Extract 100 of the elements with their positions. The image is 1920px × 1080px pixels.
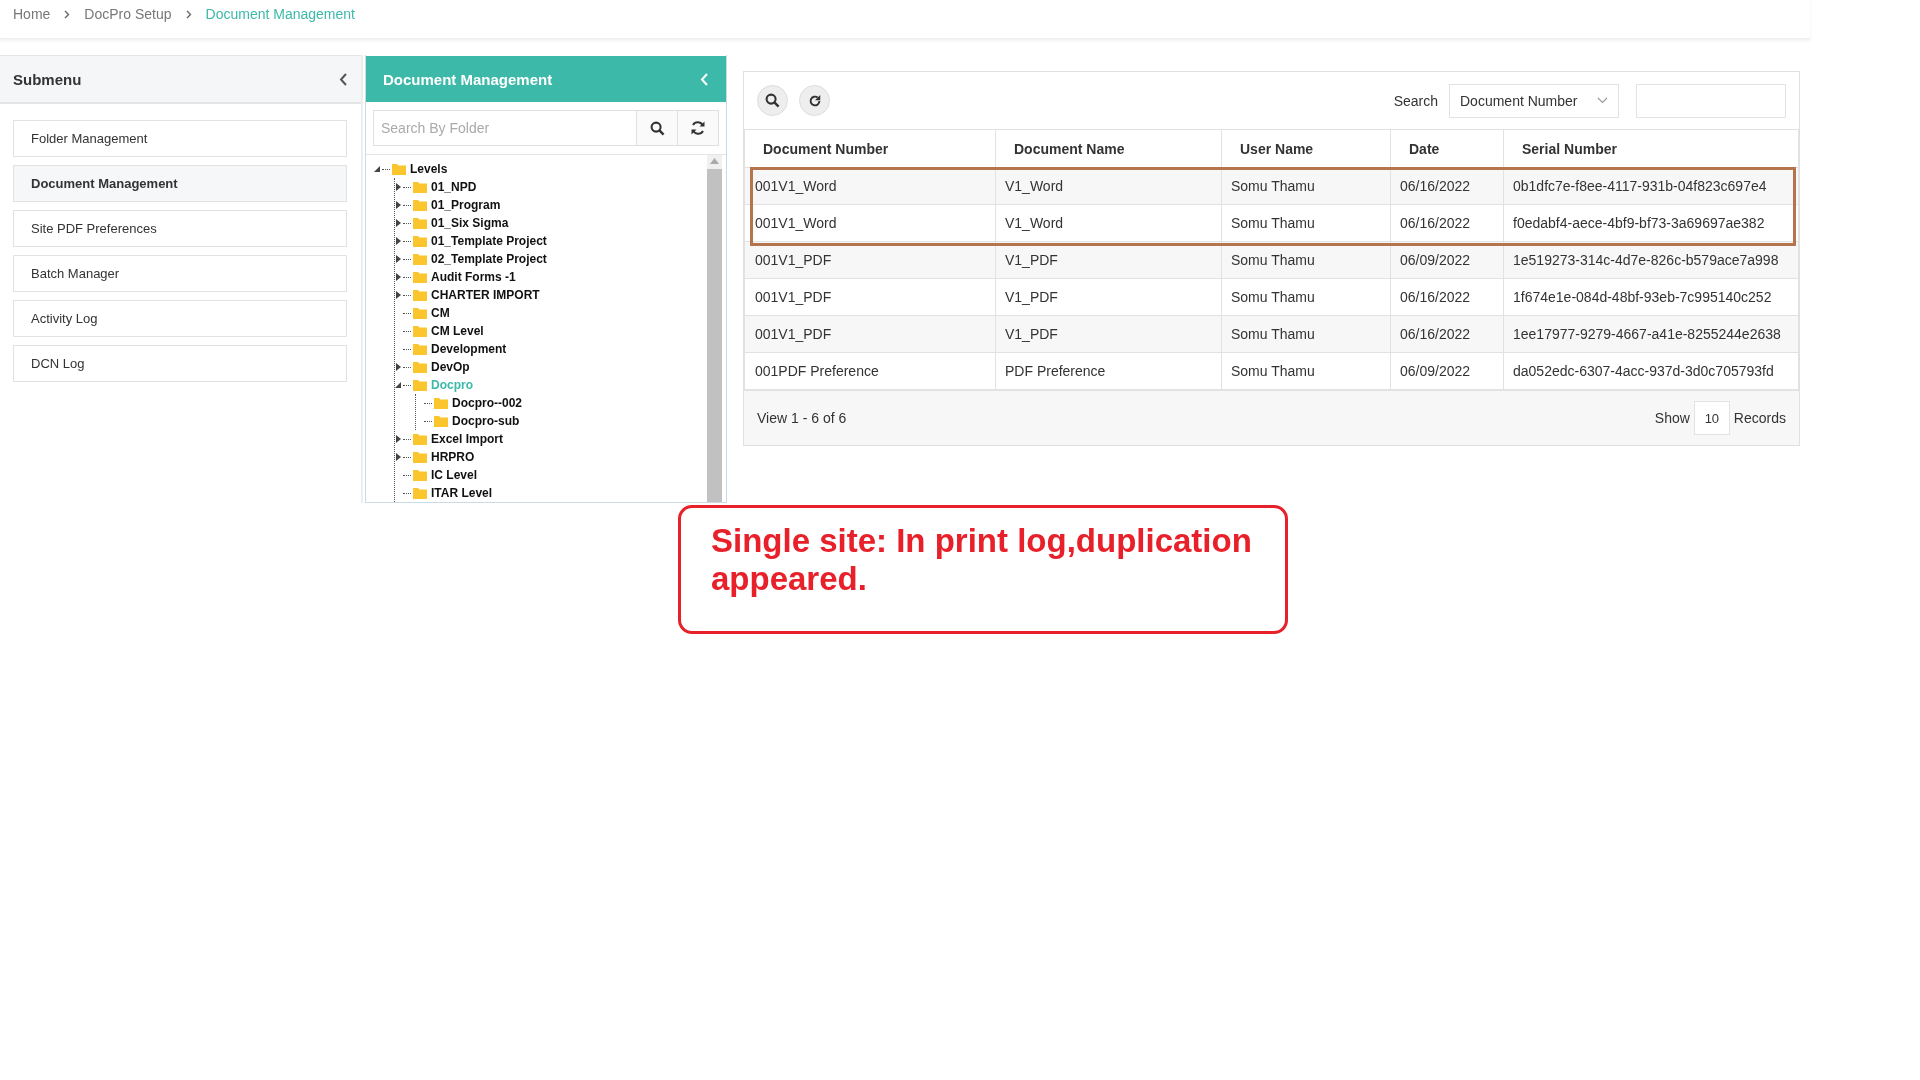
- column-header[interactable]: Document Number: [744, 129, 996, 168]
- folder-label[interactable]: Audit Forms -1: [431, 270, 516, 284]
- search-field[interactable]: [1636, 83, 1786, 118]
- submenu-item[interactable]: Site PDF Preferences: [13, 210, 347, 247]
- column-header[interactable]: Date: [1390, 129, 1504, 168]
- folder-icon: [413, 289, 427, 301]
- collapsed-triangle-icon[interactable]: [395, 273, 402, 281]
- folder-icon: [413, 235, 427, 247]
- breadcrumb-link[interactable]: DocPro Setup: [84, 6, 172, 22]
- table-cell: Somu Thamu: [1221, 278, 1391, 316]
- collapsed-triangle-icon[interactable]: [395, 363, 402, 371]
- refresh-icon: [690, 120, 706, 136]
- table-cell: Somu Thamu: [1221, 315, 1391, 353]
- refresh-button[interactable]: [677, 110, 719, 146]
- table-cell: V1_PDF: [995, 278, 1222, 316]
- collapsed-triangle-icon[interactable]: [395, 435, 402, 443]
- search-button[interactable]: [636, 110, 677, 146]
- collapsed-triangle-icon[interactable]: [395, 183, 402, 191]
- column-header[interactable]: Serial Number: [1503, 129, 1799, 168]
- folder-label[interactable]: DevOp: [431, 360, 470, 374]
- folder-icon: [413, 271, 427, 283]
- folder-label[interactable]: CM: [431, 306, 450, 320]
- folder-icon: [413, 199, 427, 211]
- page-size-field[interactable]: 10: [1693, 401, 1730, 435]
- panel-title: Document Management: [383, 70, 553, 88]
- table-cell: Somu Thamu: [1221, 204, 1391, 242]
- table-cell: 1ee17977-9279-4667-a41e-8255244e2638: [1503, 315, 1799, 353]
- collapsed-triangle-icon[interactable]: [395, 291, 402, 299]
- column-header[interactable]: User Name: [1221, 129, 1391, 168]
- submenu-item[interactable]: Document Management: [13, 165, 347, 202]
- folder-icon: [413, 433, 427, 445]
- folder-icon: [434, 415, 448, 427]
- folder-label[interactable]: IC Level: [431, 468, 478, 482]
- collapsed-triangle-icon[interactable]: [395, 255, 402, 263]
- folder-label[interactable]: 01_Template Project: [431, 234, 547, 248]
- scrollbar[interactable]: [707, 155, 722, 502]
- submenu-item[interactable]: Activity Log: [13, 300, 347, 337]
- folder-label[interactable]: 02_Template Project: [431, 252, 547, 266]
- folder-icon: [413, 361, 427, 373]
- folder-icon: [413, 181, 427, 193]
- caret-icon: [1597, 97, 1608, 104]
- search-column-dropdown[interactable]: Document Number: [1449, 83, 1619, 118]
- collapsed-triangle-icon[interactable]: [395, 453, 402, 461]
- collapsed-triangle-icon[interactable]: [395, 237, 402, 245]
- chevron-right-icon: [185, 9, 192, 19]
- collapsed-triangle-icon[interactable]: [395, 219, 402, 227]
- search-button[interactable]: [757, 85, 788, 116]
- folder-label[interactable]: CHARTER IMPORT: [431, 288, 540, 302]
- folder-icon: [434, 397, 448, 409]
- table-cell: V1_PDF: [995, 315, 1222, 353]
- search-label: Search: [1393, 92, 1438, 109]
- folder-label[interactable]: Levels: [410, 162, 448, 176]
- show-label: Show: [1654, 410, 1690, 426]
- folder-label[interactable]: 01_NPD: [431, 180, 477, 194]
- expanded-triangle-icon[interactable]: [374, 165, 381, 173]
- breadcrumb-link[interactable]: Home: [13, 6, 51, 22]
- table-cell: 06/16/2022: [1390, 278, 1504, 316]
- table-cell: da052edc-6307-4acc-937d-3d0c705793fd: [1503, 352, 1799, 390]
- submenu-item[interactable]: Batch Manager: [13, 255, 347, 292]
- folder-icon: [392, 163, 406, 175]
- records-label: Records: [1733, 410, 1786, 426]
- folder-label[interactable]: ITAR Level: [431, 486, 493, 500]
- collapse-icon[interactable]: [339, 72, 348, 86]
- column-header[interactable]: Document Name: [995, 129, 1222, 168]
- collapsed-triangle-icon[interactable]: [395, 201, 402, 209]
- view-count: View 1 - 6 of 6: [757, 410, 847, 426]
- table-cell: 06/16/2022: [1390, 204, 1504, 242]
- folder-label[interactable]: 01_Program: [431, 198, 501, 212]
- chevron-right-icon: [64, 9, 71, 19]
- table-cell: 06/16/2022: [1390, 315, 1504, 353]
- table-cell: f0edabf4-aece-4bf9-bf73-3a69697ae382: [1503, 204, 1799, 242]
- folder-label[interactable]: CM Level: [431, 324, 484, 338]
- table-cell: 001V1_PDF: [744, 278, 996, 316]
- folder-label[interactable]: Excel Import: [431, 432, 504, 446]
- submenu-item[interactable]: Folder Management: [13, 120, 347, 157]
- table-cell: 001V1_Word: [744, 204, 996, 242]
- folder-label[interactable]: Docpro-sub: [452, 414, 520, 428]
- folder-label[interactable]: HRPRO: [431, 450, 475, 464]
- reload-button[interactable]: [799, 85, 830, 116]
- table-cell: V1_Word: [995, 204, 1222, 242]
- submenu-title: Submenu: [13, 70, 82, 88]
- table-cell: 06/09/2022: [1390, 352, 1504, 390]
- folder-icon: [413, 307, 427, 319]
- folder-search-field[interactable]: Search By Folder: [373, 110, 636, 146]
- folder-label[interactable]: Development: [431, 342, 507, 356]
- submenu-item[interactable]: DCN Log: [13, 345, 347, 382]
- expanded-triangle-icon[interactable]: [395, 381, 402, 389]
- folder-icon: [413, 217, 427, 229]
- folder-icon: [413, 379, 427, 391]
- folder-label[interactable]: 01_Six Sigma: [431, 216, 509, 230]
- annotation-callout: Single site: In print log,duplication appeared.: [678, 505, 1288, 634]
- folder-icon: [413, 451, 427, 463]
- folder-icon: [413, 487, 427, 499]
- search-icon: [649, 120, 665, 136]
- folder-label[interactable]: Docpro--002: [452, 396, 522, 410]
- table-cell: Somu Thamu: [1221, 352, 1391, 390]
- folder-icon: [413, 469, 427, 481]
- table-cell: PDF Preference: [995, 352, 1222, 390]
- table-cell: 001PDF Preference: [744, 352, 996, 390]
- search-icon: [765, 93, 780, 108]
